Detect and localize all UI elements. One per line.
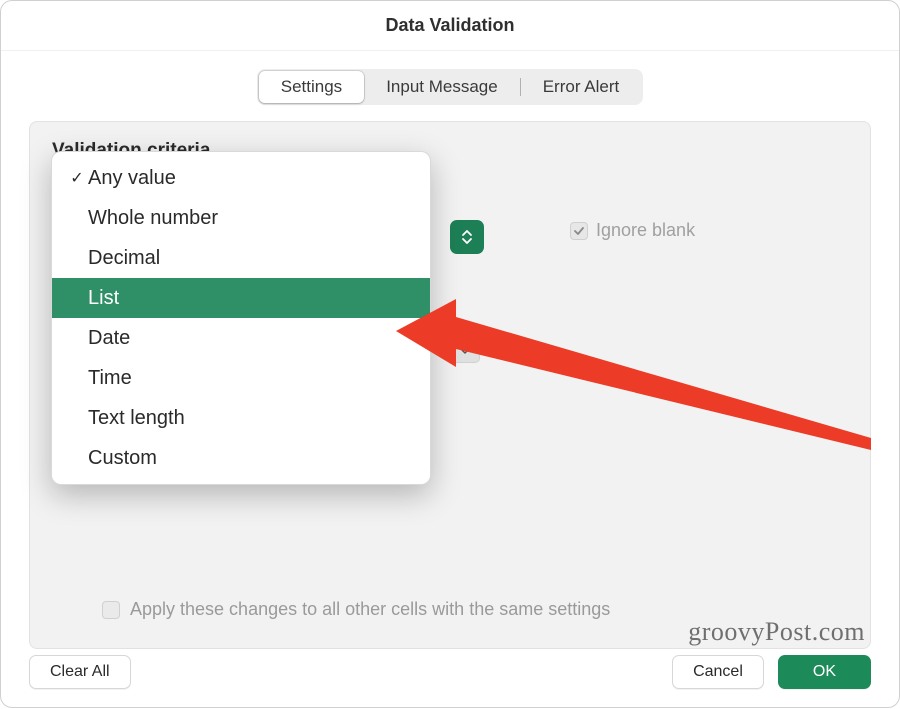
allow-option-time[interactable]: Time [52, 358, 430, 398]
allow-option-label: Custom [88, 447, 157, 470]
titlebar: Data Validation [1, 1, 899, 51]
apply-changes-checkbox[interactable] [102, 601, 120, 619]
dialog-footer: Clear All Cancel OK [29, 655, 871, 689]
ignore-blank-checkbox[interactable] [570, 222, 588, 240]
allow-option-label: Decimal [88, 247, 160, 270]
watermark-text: groovyPost.com [688, 617, 865, 647]
allow-option-any-value[interactable]: ✓ Any value [52, 158, 430, 198]
tab-settings[interactable]: Settings [259, 71, 364, 103]
tab-error-alert[interactable]: Error Alert [521, 71, 642, 103]
apply-changes-row[interactable]: Apply these changes to all other cells w… [102, 599, 610, 620]
ignore-blank-label: Ignore blank [596, 220, 695, 241]
allow-option-date[interactable]: Date [52, 318, 430, 358]
check-icon: ✓ [66, 168, 88, 188]
data-validation-dialog: Data Validation Settings Input Message E… [0, 0, 900, 708]
chevron-updown-icon [460, 341, 470, 355]
chevron-updown-icon [461, 229, 473, 245]
allow-option-label: Any value [88, 167, 176, 190]
allow-option-whole-number[interactable]: Whole number [52, 198, 430, 238]
allow-option-label: Time [88, 367, 132, 390]
allow-dropdown-menu[interactable]: ✓ Any value Whole number Decimal List Da… [51, 151, 431, 485]
tabstrip: Settings Input Message Error Alert [29, 69, 871, 105]
allow-option-text-length[interactable]: Text length [52, 398, 430, 438]
cancel-button[interactable]: Cancel [672, 655, 764, 689]
allow-option-label: Date [88, 327, 130, 350]
data-select-collapsed-right-edge [450, 333, 480, 363]
check-icon [573, 225, 585, 237]
allow-option-list[interactable]: List [52, 278, 430, 318]
allow-option-label: Text length [88, 407, 185, 430]
footer-right-group: Cancel OK [672, 655, 871, 689]
allow-select-collapsed-right-edge [450, 220, 484, 254]
tab-input-message[interactable]: Input Message [364, 71, 520, 103]
allow-option-custom[interactable]: Custom [52, 438, 430, 478]
allow-option-label: List [88, 287, 119, 310]
apply-changes-label: Apply these changes to all other cells w… [130, 599, 610, 620]
allow-option-decimal[interactable]: Decimal [52, 238, 430, 278]
dialog-title: Data Validation [385, 15, 514, 36]
ignore-blank-checkbox-row[interactable]: Ignore blank [570, 220, 695, 241]
allow-option-label: Whole number [88, 207, 218, 230]
ok-button[interactable]: OK [778, 655, 871, 689]
tablist: Settings Input Message Error Alert [257, 69, 643, 105]
clear-all-button[interactable]: Clear All [29, 655, 131, 689]
